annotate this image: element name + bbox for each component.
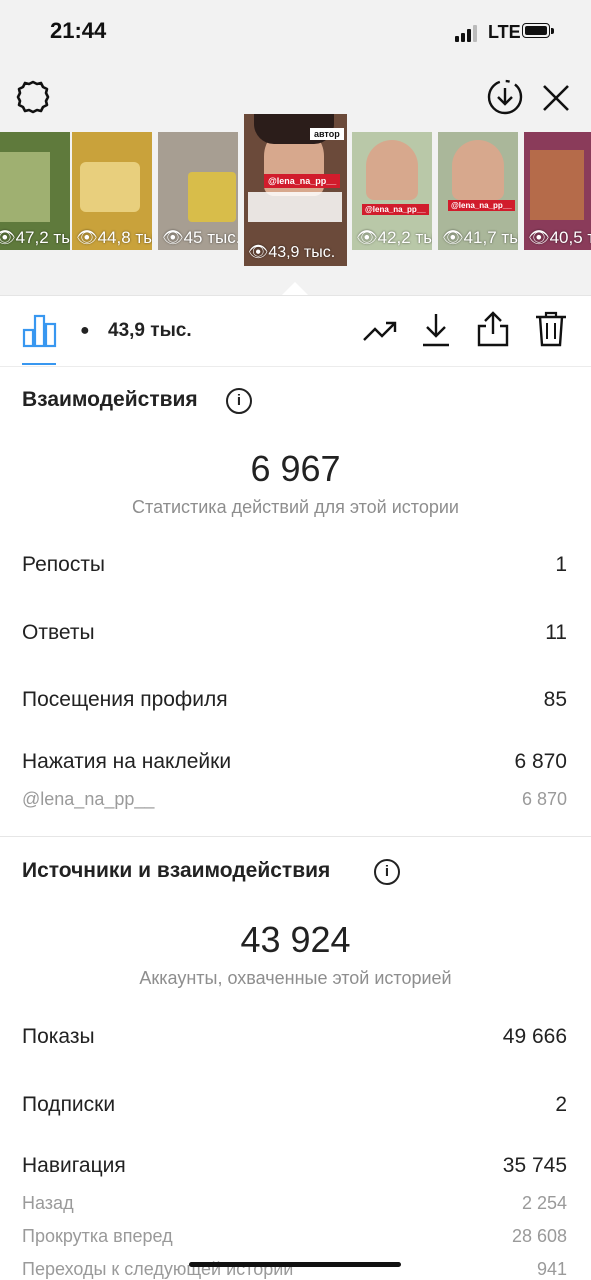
row-value: 1 (555, 553, 567, 576)
story-views: 43,9 тыс. (108, 320, 192, 341)
thumbnail-views: 👁44,8 тыс. (76, 228, 152, 248)
discovery-subtitle: Аккаунты, охваченные этой историей (139, 968, 452, 988)
eye-icon: 👁 (248, 244, 269, 261)
battery-icon (522, 23, 554, 39)
eye-icon: 👁 (528, 228, 550, 247)
row-label: Посещения профиля (22, 688, 228, 711)
bar-chart-icon (22, 314, 57, 348)
row-label-sub: @lena_na_pp__ (22, 789, 155, 809)
eye-icon: 👁 (356, 228, 378, 247)
section-divider (0, 836, 591, 837)
row-value-sub: 941 (536, 1259, 567, 1279)
info-icon[interactable]: i (226, 388, 252, 414)
row-value: 2 (555, 1093, 567, 1116)
home-indicator[interactable] (189, 1262, 401, 1267)
views-count: 47,2 тыс. (15, 228, 70, 247)
row-value: 49 666 (502, 1025, 567, 1048)
thumbnail-views: 👁40,5 тыс. (528, 228, 591, 248)
row-label: Ответы (22, 621, 95, 644)
close-icon (543, 85, 569, 111)
mention-sticker: @lena_na_pp__ (448, 200, 515, 211)
story-thumbnails: 👁47,2 тыс. 👁44,8 тыс. 👁45 тыс. автор @le… (0, 114, 591, 272)
row-label: Подписки (22, 1093, 116, 1116)
row-label: Навигация (22, 1154, 126, 1177)
row-value-sub: 2 254 (521, 1193, 567, 1213)
thumbnail-views: 👁41,7 тыс. (442, 228, 518, 248)
download-icon (423, 314, 449, 347)
gear-icon (16, 80, 50, 114)
eye-icon: 👁 (442, 228, 464, 247)
section-title-discovery: Источники и взаимодействия (22, 859, 331, 882)
active-tab-indicator (22, 363, 56, 365)
row-value: 85 (543, 688, 567, 711)
trash-icon (536, 311, 566, 347)
trending-up-icon (363, 321, 397, 341)
story-thumbnail-selected[interactable]: автор @lena_na_pp__ 👁43,9 тыс. (244, 114, 347, 266)
story-thumbnail[interactable]: 👁47,2 тыс. (0, 132, 70, 250)
story-thumbnail[interactable]: 👁45 тыс. (158, 132, 238, 250)
save-story-button[interactable] (486, 78, 524, 116)
thumbnail-views: 👁42,2 тыс. (356, 228, 432, 248)
promote-button[interactable] (362, 314, 398, 348)
interactions-total: 6 967 (250, 448, 341, 489)
row-label: Показы (22, 1025, 95, 1048)
settings-button[interactable] (14, 78, 52, 116)
thumbnail-views: 👁45 тыс. (162, 228, 238, 248)
status-bar: 21:44 LTE (0, 0, 591, 64)
row-label-sub: Назад (22, 1193, 74, 1213)
views-count: 45 тыс. (183, 228, 238, 247)
delete-button[interactable] (534, 310, 568, 348)
mention-sticker: @lena_na_pp__ (362, 204, 429, 215)
stats-toolbar: ● 43,9 тыс. (0, 296, 591, 367)
insights-tab[interactable] (22, 312, 58, 348)
selected-pointer (281, 282, 309, 296)
interactions-subtitle: Статистика действий для этой истории (132, 497, 459, 517)
story-thumbnail[interactable]: @lena_na_pp__ 👁41,7 тыс. (438, 132, 518, 250)
status-time: 21:44 (50, 18, 107, 43)
views-count: 44,8 тыс. (97, 228, 152, 247)
views-count: 41,7 тыс. (463, 228, 518, 247)
views-count: 42,2 тыс. (377, 228, 432, 247)
row-value-sub: 6 870 (521, 789, 567, 809)
thumbnail-views: 👁43,9 тыс. (248, 242, 335, 262)
thumbnail-views: 👁47,2 тыс. (0, 228, 70, 248)
row-label-sub: Прокрутка вперед (22, 1226, 173, 1246)
mention-sticker: @lena_na_pp__ (264, 174, 341, 188)
signal-icon (455, 24, 483, 42)
download-button[interactable] (420, 312, 452, 348)
eye-icon: ● (80, 322, 90, 339)
row-value: 35 745 (502, 1154, 567, 1177)
eye-icon: 👁 (76, 228, 98, 247)
row-value: 6 870 (514, 750, 567, 773)
row-value: 11 (545, 621, 567, 644)
story-thumbnail[interactable]: 👁40,5 тыс. (524, 132, 591, 250)
thumbnail-tag: автор (310, 128, 344, 140)
eye-icon: 👁 (0, 228, 16, 247)
download-circle-icon (487, 79, 523, 115)
views-count: 40,5 тыс. (549, 228, 591, 247)
views-count: 43,9 тыс. (268, 244, 336, 261)
eye-icon: 👁 (162, 228, 184, 247)
network-label: LTE (488, 22, 521, 42)
discovery-total: 43 924 (240, 919, 351, 960)
share-icon (477, 311, 509, 347)
row-value-sub: 28 608 (511, 1226, 567, 1246)
info-icon[interactable]: i (374, 859, 400, 885)
row-label: Нажатия на наклейки (22, 750, 232, 773)
row-label: Репосты (22, 553, 106, 576)
share-button[interactable] (476, 310, 510, 348)
story-thumbnail[interactable]: 👁44,8 тыс. (72, 132, 152, 250)
section-title-interactions: Взаимодействия (22, 388, 198, 411)
close-button[interactable] (540, 82, 572, 114)
story-thumbnail[interactable]: @lena_na_pp__ 👁42,2 тыс. (352, 132, 432, 250)
